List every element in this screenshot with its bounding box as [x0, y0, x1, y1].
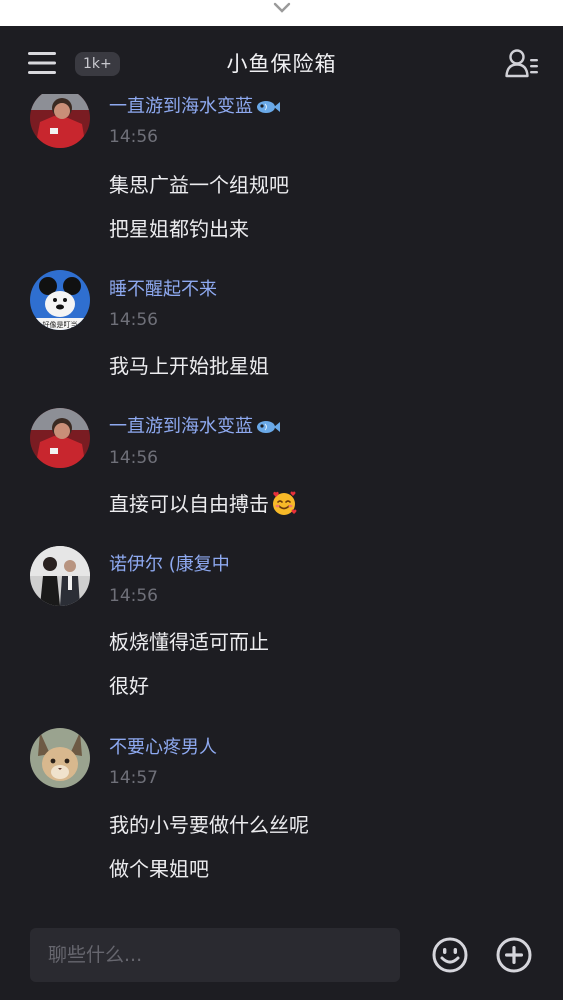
message-time: 14:56	[109, 310, 158, 330]
avatar[interactable]	[30, 728, 90, 788]
sender-name[interactable]: 一直游到海水变蓝	[109, 94, 280, 118]
message-input[interactable]: 聊些什么...	[30, 928, 400, 982]
avatar[interactable]	[30, 546, 90, 606]
message-text[interactable]: 很好	[109, 670, 149, 699]
fish-icon	[257, 421, 280, 433]
message-time: 14:56	[109, 127, 158, 147]
avatar[interactable]	[30, 408, 90, 468]
message-text[interactable]: 板烧懂得适可而止	[109, 626, 269, 655]
message-text[interactable]: 我马上开始批星姐	[109, 350, 269, 379]
pull-down-handle[interactable]	[0, 0, 563, 26]
composer-bar: 聊些什么...	[0, 910, 563, 1000]
sender-name[interactable]: 诺伊尔 (康复中	[109, 550, 230, 576]
fish-icon	[257, 101, 280, 113]
caracal-cat-avatar-icon	[30, 728, 90, 788]
message-text[interactable]: 直接可以自由搏击	[109, 488, 297, 517]
chat-title: 小鱼保险箱	[226, 52, 337, 76]
sender-name[interactable]: 睡不醒起不来	[109, 275, 217, 301]
message-text[interactable]: 把星姐都钓出来	[109, 213, 249, 242]
message-text[interactable]: 做个果姐吧	[109, 853, 209, 882]
sender-name[interactable]: 一直游到海水变蓝	[109, 412, 280, 438]
sender-name[interactable]: 不要心疼男人	[109, 733, 217, 759]
message-text[interactable]: 我的小号要做什么丝呢	[109, 809, 309, 838]
message-text[interactable]: 集思广益一个组规吧	[109, 169, 289, 198]
chat-header: 1k+ 小鱼保险箱	[0, 26, 563, 94]
cartoon-mouse-avatar-icon: 好像是叮当	[30, 270, 90, 330]
plus-icon[interactable]	[496, 937, 532, 973]
emoji-icon[interactable]	[432, 937, 468, 973]
message-time: 14:57	[109, 768, 158, 788]
message-list[interactable]: 一直游到海水变蓝 14:56 集思广益一个组规吧 把星姐都钓出来 好像是叮当 睡…	[0, 94, 563, 910]
message-time: 14:56	[109, 586, 158, 606]
red-jersey-avatar-icon	[30, 408, 90, 468]
message-time: 14:56	[109, 448, 158, 468]
red-jersey-avatar-icon	[30, 94, 90, 148]
svg-text:好像是叮当: 好像是叮当	[43, 320, 78, 329]
smiling-face-with-hearts-icon	[273, 491, 297, 515]
avatar[interactable]	[30, 94, 90, 148]
avatar[interactable]: 好像是叮当	[30, 270, 90, 330]
chevron-down-icon	[273, 2, 290, 13]
couple-photo-avatar-icon	[30, 546, 90, 606]
group-members-icon[interactable]	[505, 48, 539, 78]
